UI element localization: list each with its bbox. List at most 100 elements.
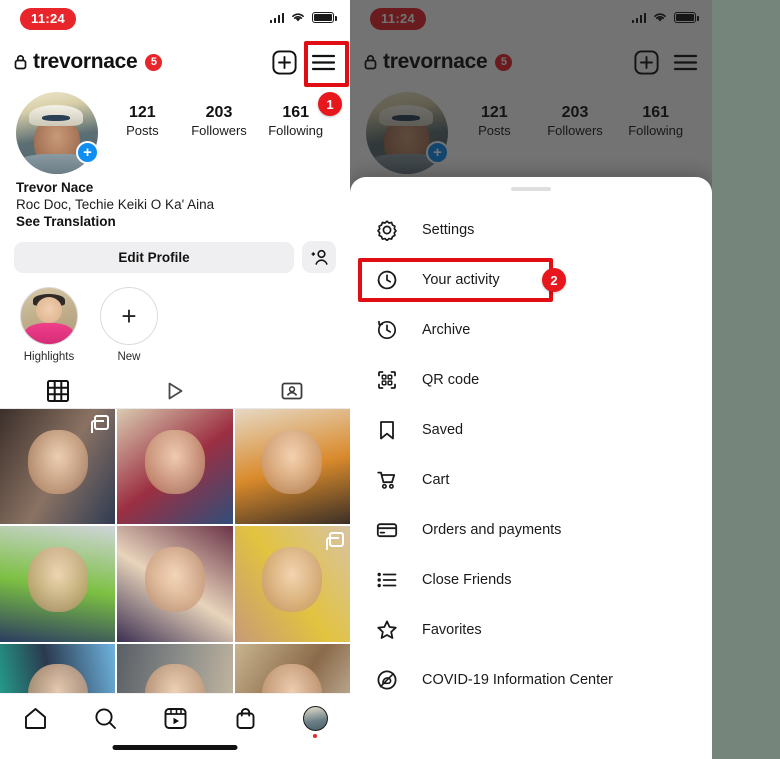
menu-item-close-friends[interactable]: Close Friends xyxy=(350,555,712,605)
annotation-marker-1: 1 xyxy=(318,92,342,116)
qr-code-icon xyxy=(374,369,400,391)
hamburger-menu-icon[interactable] xyxy=(311,53,336,72)
add-person-button[interactable] xyxy=(302,241,336,273)
menu-item-saved[interactable]: Saved xyxy=(350,405,712,455)
nav-profile[interactable] xyxy=(280,706,350,738)
post-thumbnail[interactable] xyxy=(117,409,233,525)
avatar[interactable]: + xyxy=(16,92,99,174)
menu-item-label: Archive xyxy=(422,322,471,338)
edit-profile-button[interactable]: Edit Profile xyxy=(14,241,294,273)
plus-square-icon[interactable] xyxy=(272,49,297,75)
page-backdrop xyxy=(710,0,780,759)
profile-avatar-icon xyxy=(302,706,328,731)
profile-bio: Trevor Nace Roc Doc, Techie Keiki O Ka' … xyxy=(0,174,350,229)
screenshot-root: 11:24 trevornace 5 + 121 Posts 203 Follo… xyxy=(0,0,780,759)
cellular-signal-icon xyxy=(269,12,284,23)
nav-search[interactable] xyxy=(70,706,140,731)
menu-item-orders-and-payments[interactable]: Orders and payments xyxy=(350,505,712,555)
tagged-tab[interactable] xyxy=(233,380,350,402)
thumbnail-subject xyxy=(262,547,323,612)
thumbnail-subject xyxy=(145,547,205,612)
home-icon xyxy=(24,708,46,729)
thumbnail-subject xyxy=(145,429,205,495)
profile-tabs xyxy=(0,373,350,409)
highlight-item-highlights[interactable]: Highlights xyxy=(18,287,80,363)
profile-username: trevornace xyxy=(33,50,138,73)
status-bar-icons xyxy=(269,11,337,23)
menu-item-qr-code[interactable]: QR code xyxy=(350,355,712,405)
activity-clock-icon xyxy=(374,269,400,291)
nav-reels[interactable] xyxy=(140,706,210,731)
menu-item-cart[interactable]: Cart xyxy=(350,455,712,505)
thumbnail-subject xyxy=(262,429,323,495)
stat-followers-label: Followers xyxy=(191,123,247,138)
menu-bottom-sheet: Settings Your activity Archive QR code Saved… xyxy=(350,177,712,759)
credit-card-icon xyxy=(374,519,400,541)
stat-posts-number: 121 xyxy=(128,104,156,121)
menu-item-label: Cart xyxy=(422,472,450,488)
nav-shop[interactable] xyxy=(210,706,280,731)
annotation-marker-2: 2 xyxy=(542,268,566,292)
menu-item-favorites[interactable]: Favorites xyxy=(350,605,712,655)
stat-following-label: Following xyxy=(268,123,324,138)
grid-icon xyxy=(47,379,70,402)
profile-header-actions xyxy=(272,49,336,75)
profile-bio-text: Roc Doc, Techie Keiki O Ka' Aina xyxy=(16,197,215,212)
bookmark-icon xyxy=(374,419,400,441)
post-thumbnail[interactable] xyxy=(0,409,116,525)
nav-home[interactable] xyxy=(0,706,70,731)
status-bar: 11:24 xyxy=(0,0,350,38)
post-thumbnail[interactable] xyxy=(234,409,350,525)
archive-clock-icon xyxy=(374,319,400,341)
tagged-person-icon xyxy=(281,382,303,399)
stat-followers-number: 203 xyxy=(205,104,233,121)
menu-item-your-activity[interactable]: Your activity xyxy=(350,255,712,305)
highlight-item-new[interactable]: + New xyxy=(98,287,160,363)
shopping-cart-icon xyxy=(374,469,400,491)
menu-item-label: Orders and payments xyxy=(422,522,562,538)
menu-item-label: QR code xyxy=(422,372,480,388)
phone-screen-profile: 11:24 trevornace 5 + 121 Posts 203 Follo… xyxy=(0,0,350,759)
home-indicator xyxy=(112,745,238,750)
post-thumbnail[interactable] xyxy=(0,526,116,642)
status-bar-time: 11:24 xyxy=(20,8,77,30)
highlight-label: New xyxy=(117,351,141,363)
story-add-plus-icon[interactable]: + xyxy=(76,141,99,164)
menu-item-label: Saved xyxy=(422,422,464,438)
reels-icon xyxy=(164,708,186,729)
highlight-label: Highlights xyxy=(23,351,75,363)
profile-unread-dot xyxy=(313,734,317,738)
menu-item-covid-19-information-center[interactable]: COVID-19 Information Center xyxy=(350,655,712,705)
thumbnail-subject xyxy=(27,547,88,612)
settings-gear-icon xyxy=(374,219,400,241)
profile-header: trevornace 5 xyxy=(0,38,350,86)
highlight-cover xyxy=(20,287,78,345)
see-translation-link[interactable]: See Translation xyxy=(16,214,334,229)
menu-item-settings[interactable]: Settings xyxy=(350,205,712,255)
grid-tab[interactable] xyxy=(0,379,117,402)
menu-item-label: Close Friends xyxy=(422,572,512,588)
menu-item-label: Your activity xyxy=(422,272,500,288)
profile-actions: Edit Profile xyxy=(0,229,350,273)
menu-item-label: COVID-19 Information Center xyxy=(422,672,613,688)
star-icon xyxy=(374,619,400,641)
multi-photo-icon xyxy=(326,532,344,551)
profile-stats: 121 Posts 203 Followers 161 Following xyxy=(98,92,334,138)
menu-item-archive[interactable]: Archive xyxy=(350,305,712,355)
reels-tab[interactable] xyxy=(117,380,234,402)
add-person-icon xyxy=(310,249,328,265)
play-icon xyxy=(168,382,183,399)
menu-item-label: Favorites xyxy=(422,622,482,638)
post-thumbnail[interactable] xyxy=(117,526,233,642)
bottom-navigation xyxy=(0,693,350,759)
phone-screen-menu: 11:24 trev xyxy=(350,0,712,759)
post-thumbnail[interactable] xyxy=(234,526,350,642)
stat-posts[interactable]: 121 Posts xyxy=(104,104,181,138)
stat-posts-label: Posts xyxy=(126,123,159,138)
stat-followers[interactable]: 203 Followers xyxy=(181,104,258,138)
story-highlights: Highlights + New xyxy=(0,273,350,363)
notification-count-badge: 5 xyxy=(145,53,163,71)
covid-info-icon xyxy=(374,669,400,691)
shop-bag-icon xyxy=(236,707,254,729)
plus-icon: + xyxy=(100,287,158,345)
